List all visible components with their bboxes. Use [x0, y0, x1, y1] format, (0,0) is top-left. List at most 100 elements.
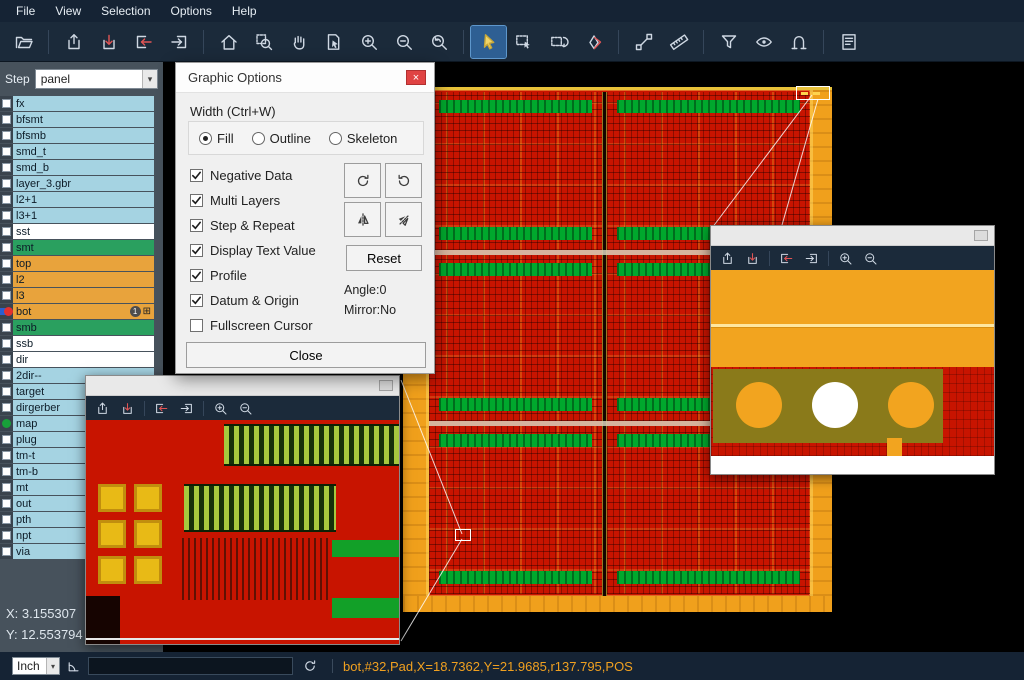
layer-visibility-gutter[interactable]: [0, 512, 13, 527]
magnifier-window-bottom[interactable]: [85, 375, 400, 645]
paste-down-button[interactable]: [115, 398, 140, 419]
menu-view[interactable]: View: [45, 2, 91, 20]
eye-button[interactable]: [746, 26, 781, 58]
layer-visibility-gutter[interactable]: [0, 112, 13, 127]
layer-checkbox[interactable]: [2, 547, 11, 556]
layer-checkbox[interactable]: [2, 195, 11, 204]
paste-left-button[interactable]: [774, 248, 799, 269]
zoom-out-button[interactable]: [386, 26, 421, 58]
command-input[interactable]: [88, 657, 293, 675]
layer-visibility-gutter[interactable]: [0, 224, 13, 239]
copy-right-button[interactable]: [174, 398, 199, 419]
rotate-ccw-button[interactable]: [385, 163, 422, 198]
menu-help[interactable]: Help: [222, 2, 267, 20]
copy-right-button[interactable]: [161, 26, 196, 58]
close-icon[interactable]: ×: [406, 70, 426, 85]
layer-checkbox[interactable]: [2, 179, 11, 188]
layer-checkbox[interactable]: [2, 99, 11, 108]
layer-checkbox[interactable]: [2, 515, 11, 524]
menu-selection[interactable]: Selection: [91, 2, 160, 20]
magnifier-source-box-top[interactable]: [796, 86, 830, 100]
paste-down-button[interactable]: [91, 26, 126, 58]
layer-visibility-gutter[interactable]: [0, 96, 13, 111]
rect-transform-button[interactable]: [541, 26, 576, 58]
measure-line-button[interactable]: [626, 26, 661, 58]
layer-checkbox[interactable]: [2, 211, 11, 220]
layer-checkbox[interactable]: [2, 451, 11, 460]
layer-row-bot[interactable]: bot1⊞: [0, 304, 163, 319]
layer-checkbox[interactable]: [2, 339, 11, 348]
page-select-button[interactable]: [316, 26, 351, 58]
option-multi-layers[interactable]: Multi Layers: [190, 188, 340, 213]
layer-checkbox[interactable]: [2, 323, 11, 332]
magnifier-right-view[interactable]: [711, 270, 994, 474]
magnifier-bottom-view[interactable]: [86, 420, 399, 644]
fill-mode-fill[interactable]: Fill: [199, 131, 234, 146]
layer-visibility-gutter[interactable]: [0, 352, 13, 367]
layer-visibility-gutter[interactable]: [0, 416, 13, 431]
layer-row-layer_3.gbr[interactable]: layer_3.gbr: [0, 176, 163, 191]
layer-visibility-gutter[interactable]: [0, 400, 13, 415]
layer-checkbox[interactable]: [2, 483, 11, 492]
layer-visibility-gutter[interactable]: [0, 336, 13, 351]
step-select[interactable]: panel ▾: [35, 69, 158, 89]
layer-row-ssb[interactable]: ssb: [0, 336, 163, 351]
layer-checkbox[interactable]: [2, 355, 11, 364]
option-fullscreen-cursor[interactable]: Fullscreen Cursor: [190, 313, 340, 338]
rotate-cw-button[interactable]: [344, 163, 381, 198]
layer-row-smt[interactable]: smt: [0, 240, 163, 255]
layer-visibility-gutter[interactable]: [0, 256, 13, 271]
layer-checkbox[interactable]: [2, 163, 11, 172]
layer-checkbox[interactable]: [2, 467, 11, 476]
layer-visibility-gutter[interactable]: [0, 464, 13, 479]
layer-visibility-gutter[interactable]: [0, 192, 13, 207]
layer-visibility-gutter[interactable]: [0, 128, 13, 143]
flip-horizontal-button[interactable]: [344, 202, 381, 237]
layer-row-l2+1[interactable]: l2+1: [0, 192, 163, 207]
layer-visibility-gutter[interactable]: [0, 144, 13, 159]
layer-visibility-gutter[interactable]: [0, 288, 13, 303]
zoom-out-button[interactable]: [858, 248, 883, 269]
option-negative-data[interactable]: Negative Data: [190, 163, 340, 188]
menu-file[interactable]: File: [6, 2, 45, 20]
layer-checkbox[interactable]: [2, 499, 11, 508]
snap-button[interactable]: [781, 26, 816, 58]
layer-checkbox[interactable]: [2, 387, 11, 396]
fill-mode-skeleton[interactable]: Skeleton: [329, 131, 398, 146]
layer-visibility-gutter[interactable]: [0, 304, 13, 319]
layer-row-l3[interactable]: l3: [0, 288, 163, 303]
layer-checkbox[interactable]: [2, 259, 11, 268]
option-display-text-value[interactable]: Display Text Value: [190, 238, 340, 263]
paste-down-button[interactable]: [740, 248, 765, 269]
layer-visibility-gutter[interactable]: [0, 240, 13, 255]
layer-checkbox[interactable]: [2, 115, 11, 124]
layer-visibility-gutter[interactable]: [0, 208, 13, 223]
layer-visibility-gutter[interactable]: [0, 432, 13, 447]
layer-checkbox[interactable]: [2, 291, 11, 300]
unit-select[interactable]: Inch ▾: [12, 657, 60, 675]
option-profile[interactable]: Profile: [190, 263, 340, 288]
ruler-button[interactable]: [661, 26, 696, 58]
magnifier-titlebar[interactable]: [86, 376, 399, 396]
layer-row-sst[interactable]: sst: [0, 224, 163, 239]
layer-visibility-gutter[interactable]: [0, 176, 13, 191]
layer-visibility-gutter[interactable]: [0, 496, 13, 511]
layer-row-l2[interactable]: l2: [0, 272, 163, 287]
paste-up-button[interactable]: [56, 26, 91, 58]
layer-visibility-gutter[interactable]: [0, 320, 13, 335]
zoom-in-button[interactable]: [833, 248, 858, 269]
layer-row-l3+1[interactable]: l3+1: [0, 208, 163, 223]
layers-diamond-button[interactable]: [576, 26, 611, 58]
magnifier-titlebar[interactable]: [711, 226, 994, 246]
layer-visibility-gutter[interactable]: [0, 528, 13, 543]
zoom-out-button[interactable]: [233, 398, 258, 419]
zoom-window-button[interactable]: [246, 26, 281, 58]
paste-left-button[interactable]: [149, 398, 174, 419]
close-button[interactable]: Close: [186, 342, 426, 368]
layer-row-bfsmb[interactable]: bfsmb: [0, 128, 163, 143]
reset-button[interactable]: Reset: [346, 245, 422, 271]
layer-checkbox[interactable]: [2, 275, 11, 284]
refresh-icon[interactable]: [302, 658, 318, 674]
report-button[interactable]: [831, 26, 866, 58]
layer-checkbox[interactable]: [2, 531, 11, 540]
